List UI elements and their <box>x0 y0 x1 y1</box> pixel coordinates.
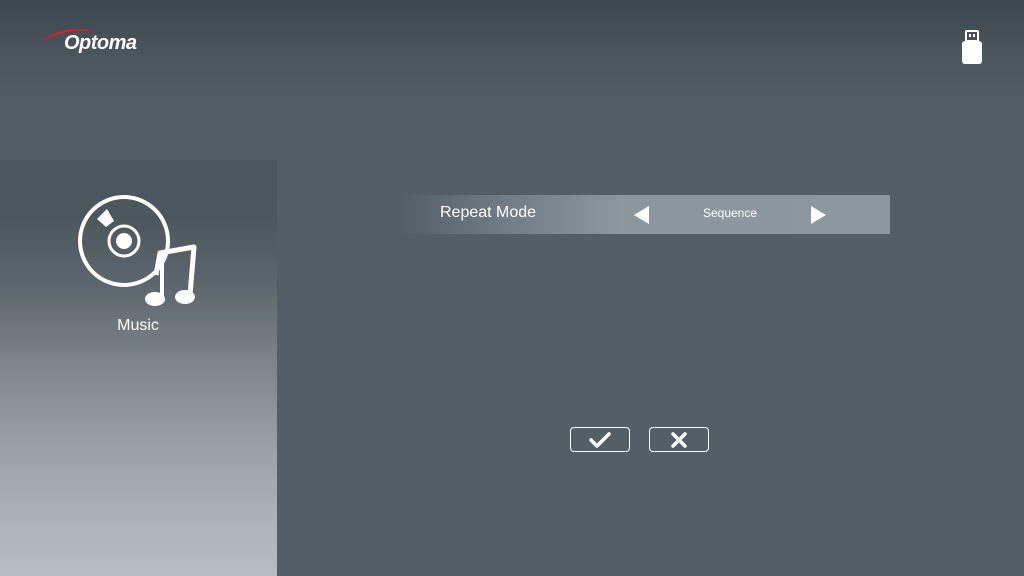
cancel-button[interactable] <box>649 427 709 452</box>
cross-icon <box>671 431 687 448</box>
brand-name: Optoma <box>64 32 137 54</box>
category-label: Music <box>117 317 159 334</box>
triangle-right-icon[interactable] <box>811 206 826 224</box>
confirm-button[interactable] <box>570 427 630 452</box>
brand-logo: Optoma <box>40 26 150 60</box>
checkmark-icon <box>589 431 611 448</box>
repeat-mode-setting-row[interactable]: Repeat Mode Sequence <box>400 195 890 234</box>
music-disc-note-icon <box>78 195 197 306</box>
setting-label: Repeat Mode <box>440 204 537 221</box>
triangle-left-icon[interactable] <box>634 206 649 224</box>
setting-value: Sequence <box>702 206 758 220</box>
usb-drive-icon <box>962 30 982 64</box>
